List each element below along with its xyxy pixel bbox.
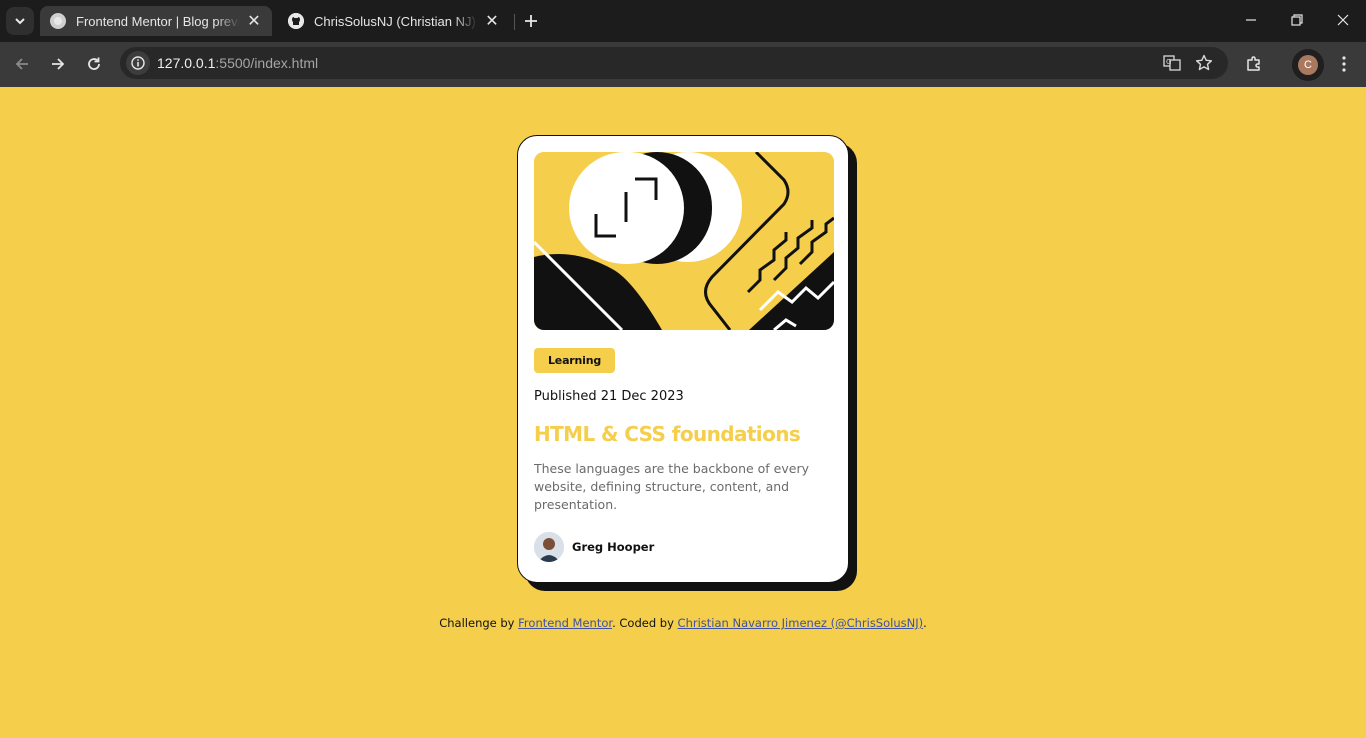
github-favicon-icon — [288, 13, 304, 29]
card-title[interactable]: HTML & CSS foundations — [534, 422, 832, 446]
published-date: Published 21 Dec 2023 — [534, 389, 684, 404]
url-text: 127.0.0.1:5500/index.html — [157, 55, 318, 71]
arrow-left-icon — [15, 58, 28, 70]
profile-avatar: C — [1298, 55, 1318, 75]
browser-titlebar: Frontend Mentor | Blog preview card ✕ Ch… — [0, 0, 1366, 42]
info-icon — [131, 56, 145, 70]
restore-button[interactable] — [1274, 0, 1320, 40]
tab-title: Frontend Mentor | Blog preview card — [76, 13, 240, 29]
extensions-button[interactable] — [1240, 50, 1268, 78]
tab-title: ChrisSolusNJ (Christian NJ) · GitHub — [314, 13, 478, 29]
translate-button[interactable]: G — [1162, 53, 1182, 73]
close-icon — [1337, 14, 1349, 26]
frontend-mentor-link[interactable]: Frontend Mentor — [518, 616, 612, 630]
back-button[interactable] — [8, 50, 36, 78]
url-host: 127.0.0.1 — [157, 55, 216, 71]
tab-separator — [514, 14, 515, 30]
profile-button[interactable]: C — [1292, 49, 1324, 81]
address-bar[interactable]: 127.0.0.1:5500/index.html G — [120, 47, 1228, 79]
tab-search-button[interactable] — [6, 7, 34, 35]
attribution: Challenge by Frontend Mentor. Coded by C… — [0, 616, 1366, 630]
attribution-middle: . Coded by — [612, 616, 678, 630]
author-profile-link[interactable]: Christian Navarro Jimenez (@ChrisSolusNJ… — [678, 616, 924, 630]
attribution-suffix: . — [923, 616, 927, 630]
card-illustration — [534, 152, 834, 330]
reload-button[interactable] — [80, 50, 108, 78]
chevron-down-icon — [15, 18, 25, 25]
svg-text:G: G — [1166, 58, 1171, 66]
new-tab-button[interactable] — [518, 8, 544, 34]
restore-icon — [1291, 14, 1303, 26]
star-icon — [1195, 54, 1213, 71]
browser-menu-button[interactable] — [1330, 50, 1358, 78]
blog-preview-card: Learning Published 21 Dec 2023 HTML & CS… — [517, 135, 849, 583]
arrow-right-icon — [52, 58, 65, 70]
author-info: Greg Hooper — [534, 532, 832, 562]
site-info-button[interactable] — [126, 51, 150, 75]
minimize-button[interactable] — [1228, 0, 1274, 40]
close-window-button[interactable] — [1320, 0, 1366, 40]
close-tab-icon[interactable]: ✕ — [246, 13, 262, 30]
tab-github[interactable]: ChrisSolusNJ (Christian NJ) · GitHub ✕ — [278, 6, 510, 36]
attribution-prefix: Challenge by — [439, 616, 519, 630]
plus-icon — [525, 15, 537, 27]
minimize-icon — [1246, 19, 1256, 21]
category-tag: Learning — [534, 348, 616, 373]
close-tab-icon[interactable]: ✕ — [484, 13, 500, 30]
card-description: These languages are the backbone of ever… — [534, 461, 809, 512]
avatar — [534, 532, 564, 562]
browser-toolbar: 127.0.0.1:5500/index.html G C — [0, 42, 1366, 87]
frontend-mentor-favicon-icon — [50, 13, 66, 29]
translate-icon: G — [1163, 55, 1181, 71]
reload-icon — [88, 57, 100, 70]
kebab-menu-icon — [1342, 56, 1346, 72]
tab-frontend-mentor[interactable]: Frontend Mentor | Blog preview card ✕ — [40, 6, 272, 36]
forward-button[interactable] — [44, 50, 72, 78]
puzzle-icon — [1247, 56, 1260, 71]
url-path: :5500/index.html — [215, 55, 319, 71]
author-name: Greg Hooper — [572, 540, 655, 554]
bookmark-button[interactable] — [1194, 53, 1214, 73]
